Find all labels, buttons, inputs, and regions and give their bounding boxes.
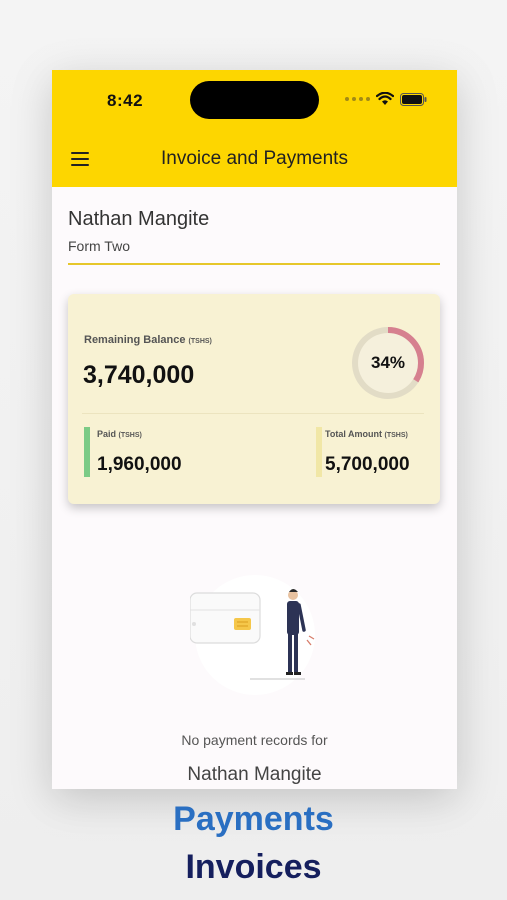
total-amount-label: Total Amount (TSHS) <box>325 429 408 439</box>
paid-accent-bar <box>84 427 90 477</box>
paid-value: 1,960,000 <box>97 454 182 475</box>
card-divider <box>82 413 424 414</box>
empty-state-message: No payment records for <box>181 732 328 748</box>
progress-percent: 34% <box>370 353 406 372</box>
wifi-icon <box>376 92 394 105</box>
remaining-balance-label: Remaining Balance (TSHS) <box>84 334 212 346</box>
student-name[interactable]: Nathan Mangite <box>68 208 209 231</box>
page-title: Invoice and Payments <box>161 148 348 169</box>
remaining-balance-value: 3,740,000 <box>83 361 195 389</box>
payment-card-person-illustration <box>190 575 315 695</box>
caption-payments: Payments <box>173 800 334 838</box>
battery-icon <box>400 92 427 106</box>
total-accent-bar <box>316 427 322 477</box>
student-class: Form Two <box>68 238 130 254</box>
status-icons <box>345 92 427 106</box>
dynamic-island <box>190 81 319 119</box>
empty-state-student-name: Nathan Mangite <box>187 764 322 785</box>
balance-card: Remaining Balance (TSHS) 3,740,000 34% P… <box>68 294 440 504</box>
payment-progress-ring: 34% <box>348 323 428 403</box>
caption-invoices: Invoices <box>185 848 322 886</box>
total-amount-value: 5,700,000 <box>325 454 410 475</box>
phone-screen: 8:42 Invoice and Payments Nathan Mangite… <box>52 70 457 789</box>
paid-label: Paid (TSHS) <box>97 429 142 439</box>
status-time: 8:42 <box>107 91 144 110</box>
signal-icon <box>345 97 370 101</box>
app-header: 8:42 Invoice and Payments <box>52 70 457 187</box>
student-selector-underline <box>68 263 440 265</box>
